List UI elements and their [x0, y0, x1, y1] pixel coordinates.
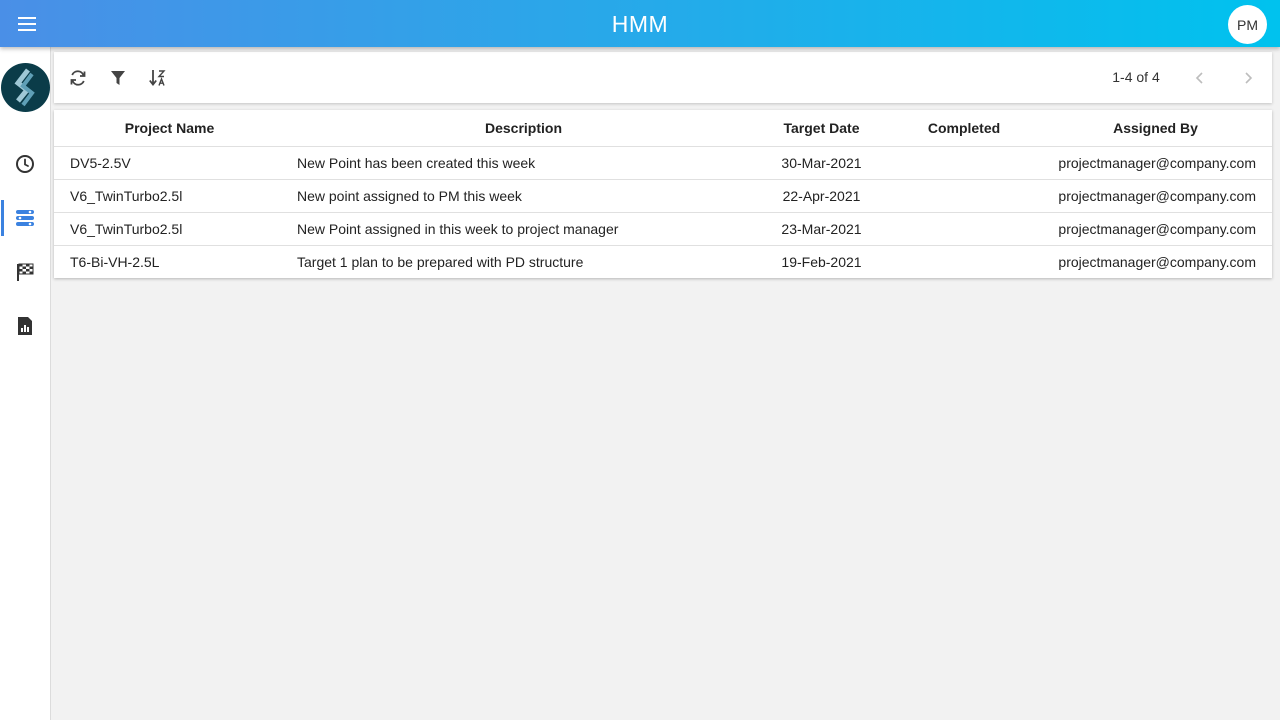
checkered-flag-icon — [17, 263, 34, 281]
filter-icon — [111, 71, 125, 85]
next-page-button[interactable] — [1235, 65, 1261, 91]
cell-target-date: 23-Mar-2021 — [754, 212, 889, 246]
cell-project-name: T6-Bi-VH-2.5L — [70, 253, 160, 270]
cell-description: Target 1 plan to be prepared with PD str… — [297, 253, 584, 270]
sidebar-item-tasks[interactable] — [0, 200, 50, 236]
cell-assigned-by: projectmanager@company.com — [1039, 179, 1272, 213]
cell-description: New point assigned to PM this week — [289, 179, 754, 213]
user-avatar[interactable]: PM — [1228, 5, 1267, 44]
cell-target-date: 22-Apr-2021 — [754, 179, 889, 213]
cell-completed — [889, 179, 1039, 213]
table-toolbar: 1-4 of 4 — [54, 52, 1272, 103]
projects-table: Project Name Description Target Date Com… — [54, 110, 1272, 278]
column-header-description[interactable]: Description — [289, 110, 754, 147]
column-header-target-date[interactable]: Target Date — [754, 110, 889, 147]
column-header-project-name[interactable]: Project Name — [54, 110, 289, 147]
hamburger-menu-icon[interactable] — [12, 9, 42, 39]
filter-button[interactable] — [105, 65, 131, 91]
sort-button[interactable] — [145, 65, 171, 91]
table-header-row: Project Name Description Target Date Com… — [54, 110, 1272, 147]
cell-assigned-by: projectmanager@company.com — [1039, 212, 1272, 246]
report-chart-icon — [18, 317, 32, 335]
column-header-assigned-by[interactable]: Assigned By — [1039, 110, 1272, 147]
sidebar — [0, 47, 51, 720]
cell-description: New Point assigned in this week to proje… — [289, 212, 754, 246]
sidebar-item-reports[interactable] — [0, 308, 50, 344]
cell-assigned-by: projectmanager@company.com — [1058, 253, 1256, 270]
app-header: HMM PM — [0, 0, 1280, 47]
previous-page-button[interactable] — [1187, 65, 1213, 91]
table-row[interactable]: DV5-2.5V New Point has been created this… — [54, 146, 1272, 180]
clock-icon — [16, 155, 34, 173]
chevron-right-icon — [1245, 72, 1253, 84]
cell-assigned-by: projectmanager@company.com — [1039, 146, 1272, 180]
logo-graphic — [1, 63, 50, 112]
cell-completed — [889, 212, 1039, 246]
sidebar-item-clock[interactable] — [0, 146, 50, 182]
refresh-button[interactable] — [65, 65, 91, 91]
refresh-icon — [70, 70, 86, 86]
cell-completed — [889, 146, 1039, 180]
sidebar-item-milestones[interactable] — [0, 254, 50, 290]
cell-project-name: V6_TwinTurbo2.5l — [54, 179, 289, 213]
cell-target-date: 30-Mar-2021 — [754, 146, 889, 180]
column-header-completed[interactable]: Completed — [889, 110, 1039, 147]
list-toggle-icon — [16, 210, 34, 226]
sort-az-icon — [149, 70, 166, 86]
cell-project-name: V6_TwinTurbo2.5l — [54, 212, 289, 246]
table: Project Name Description Target Date Com… — [54, 110, 1272, 278]
pagination-info: 1-4 of 4 — [1112, 69, 1160, 85]
table-row[interactable]: V6_TwinTurbo2.5l New point assigned to P… — [54, 179, 1272, 213]
chevron-left-icon — [1195, 72, 1203, 84]
table-row[interactable]: T6-Bi-VH-2.5L Target 1 plan to be prepar… — [54, 245, 1272, 278]
cell-description: New Point has been created this week — [289, 146, 754, 180]
cell-target-date: 19-Feb-2021 — [781, 253, 862, 270]
cell-completed — [889, 245, 1039, 278]
table-row[interactable]: V6_TwinTurbo2.5l New Point assigned in t… — [54, 212, 1272, 246]
cell-project-name: DV5-2.5V — [54, 146, 289, 180]
app-logo[interactable] — [1, 63, 50, 112]
app-title: HMM — [611, 11, 669, 37]
